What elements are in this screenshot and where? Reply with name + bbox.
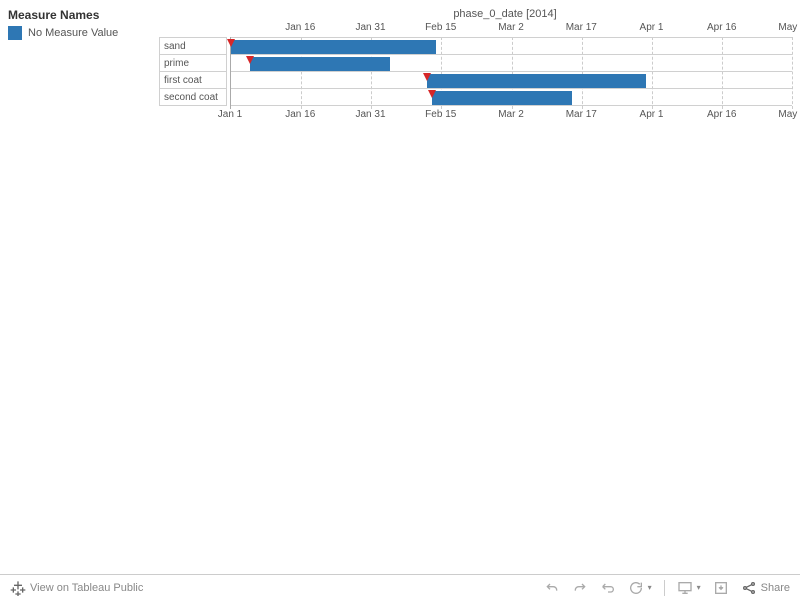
marker-icon <box>428 90 436 98</box>
chart-title: phase_0_date [2014] <box>218 8 792 20</box>
axis-tick: Feb 15 <box>425 109 456 120</box>
divider <box>664 580 665 596</box>
tableau-logo-icon <box>10 580 26 596</box>
axis-tick: Jan 1 <box>218 109 242 120</box>
row-label: prime <box>159 54 227 72</box>
presentation-button[interactable]: ▾ <box>677 580 701 596</box>
row-label: second coat <box>159 88 227 106</box>
axis-tick: May 1 <box>778 22 800 33</box>
refresh-icon <box>628 580 644 596</box>
download-button[interactable] <box>713 580 729 596</box>
row-label: first coat <box>159 71 227 89</box>
gantt-bar[interactable] <box>231 40 436 54</box>
legend-swatch <box>8 26 22 40</box>
row-label: sand <box>159 37 227 55</box>
gantt-bar[interactable] <box>250 57 390 71</box>
redo-icon <box>572 580 588 596</box>
axis-tick: Apr 1 <box>640 109 664 120</box>
x-axis-top: Jan 16 Jan 31 Feb 15 Mar 2 Mar 17 Apr 1 … <box>230 22 792 38</box>
undo-button[interactable] <box>544 580 560 596</box>
redo-button[interactable] <box>572 580 588 596</box>
gantt-row[interactable]: prime <box>231 54 792 72</box>
share-label: Share <box>761 582 790 594</box>
axis-tick: Apr 1 <box>640 22 664 33</box>
axis-tick: Jan 16 <box>285 22 315 33</box>
refresh-button[interactable]: ▾ <box>628 580 652 596</box>
share-icon <box>741 580 757 596</box>
gantt-plot[interactable]: sand prime first coat second coat <box>230 37 792 109</box>
x-axis-bottom: Jan 1 Jan 16 Jan 31 Feb 15 Mar 2 Mar 17 … <box>230 109 792 125</box>
legend-title: Measure Names <box>8 8 148 22</box>
axis-tick: Mar 17 <box>566 109 597 120</box>
axis-tick: Jan 31 <box>355 22 385 33</box>
axis-tick: Mar 17 <box>566 22 597 33</box>
axis-tick: Jan 31 <box>355 109 385 120</box>
gantt-row[interactable]: sand <box>231 37 792 55</box>
gridline <box>792 37 793 109</box>
share-button[interactable]: Share <box>741 580 790 596</box>
axis-tick: Mar 2 <box>498 109 524 120</box>
axis-tick: May 1 <box>778 109 800 120</box>
axis-tick: Jan 16 <box>285 109 315 120</box>
download-icon <box>713 580 729 596</box>
presentation-icon <box>677 580 693 596</box>
legend-item-label: No Measure Value <box>28 27 118 39</box>
revert-button[interactable] <box>600 580 616 596</box>
view-label: View on Tableau Public <box>30 582 143 594</box>
axis-tick: Feb 15 <box>425 22 456 33</box>
undo-icon <box>544 580 560 596</box>
legend-item[interactable]: No Measure Value <box>8 26 148 40</box>
axis-tick: Apr 16 <box>707 109 736 120</box>
axis-tick: Apr 16 <box>707 22 736 33</box>
gantt-row[interactable]: first coat <box>231 71 792 89</box>
marker-icon <box>227 39 235 47</box>
marker-icon <box>246 56 254 64</box>
toolbar: View on Tableau Public ▾ ▾ Share <box>0 574 800 600</box>
chart-area: phase_0_date [2014] Jan 16 Jan 31 Feb 15… <box>158 8 792 125</box>
gantt-bar[interactable] <box>432 91 572 105</box>
axis-tick: Mar 2 <box>498 22 524 33</box>
marker-icon <box>423 73 431 81</box>
legend-panel: Measure Names No Measure Value <box>8 8 158 125</box>
gantt-row[interactable]: second coat <box>231 88 792 106</box>
revert-icon <box>600 580 616 596</box>
view-on-tableau-button[interactable]: View on Tableau Public <box>10 580 143 596</box>
gantt-bar[interactable] <box>427 74 646 88</box>
